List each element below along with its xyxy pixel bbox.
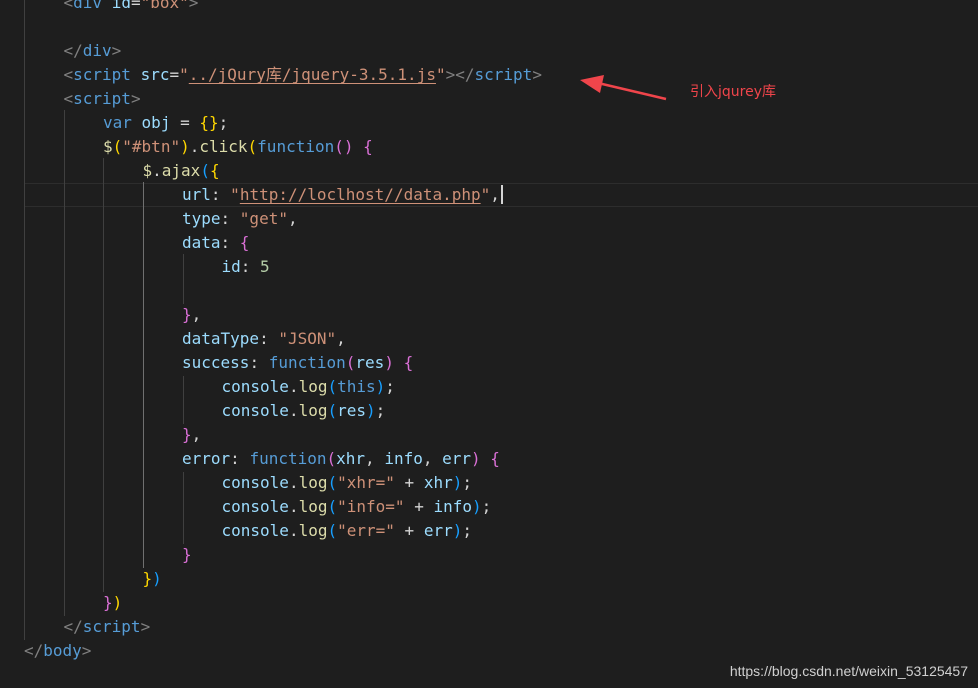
watermark: https://blog.csdn.net/weixin_53125457 bbox=[729, 663, 968, 679]
arrow-head bbox=[580, 75, 604, 93]
annotation-label: 引入jqurey库 bbox=[690, 84, 776, 100]
arrow-shaft bbox=[597, 81, 667, 101]
annotation-arrow-icon bbox=[580, 75, 667, 101]
